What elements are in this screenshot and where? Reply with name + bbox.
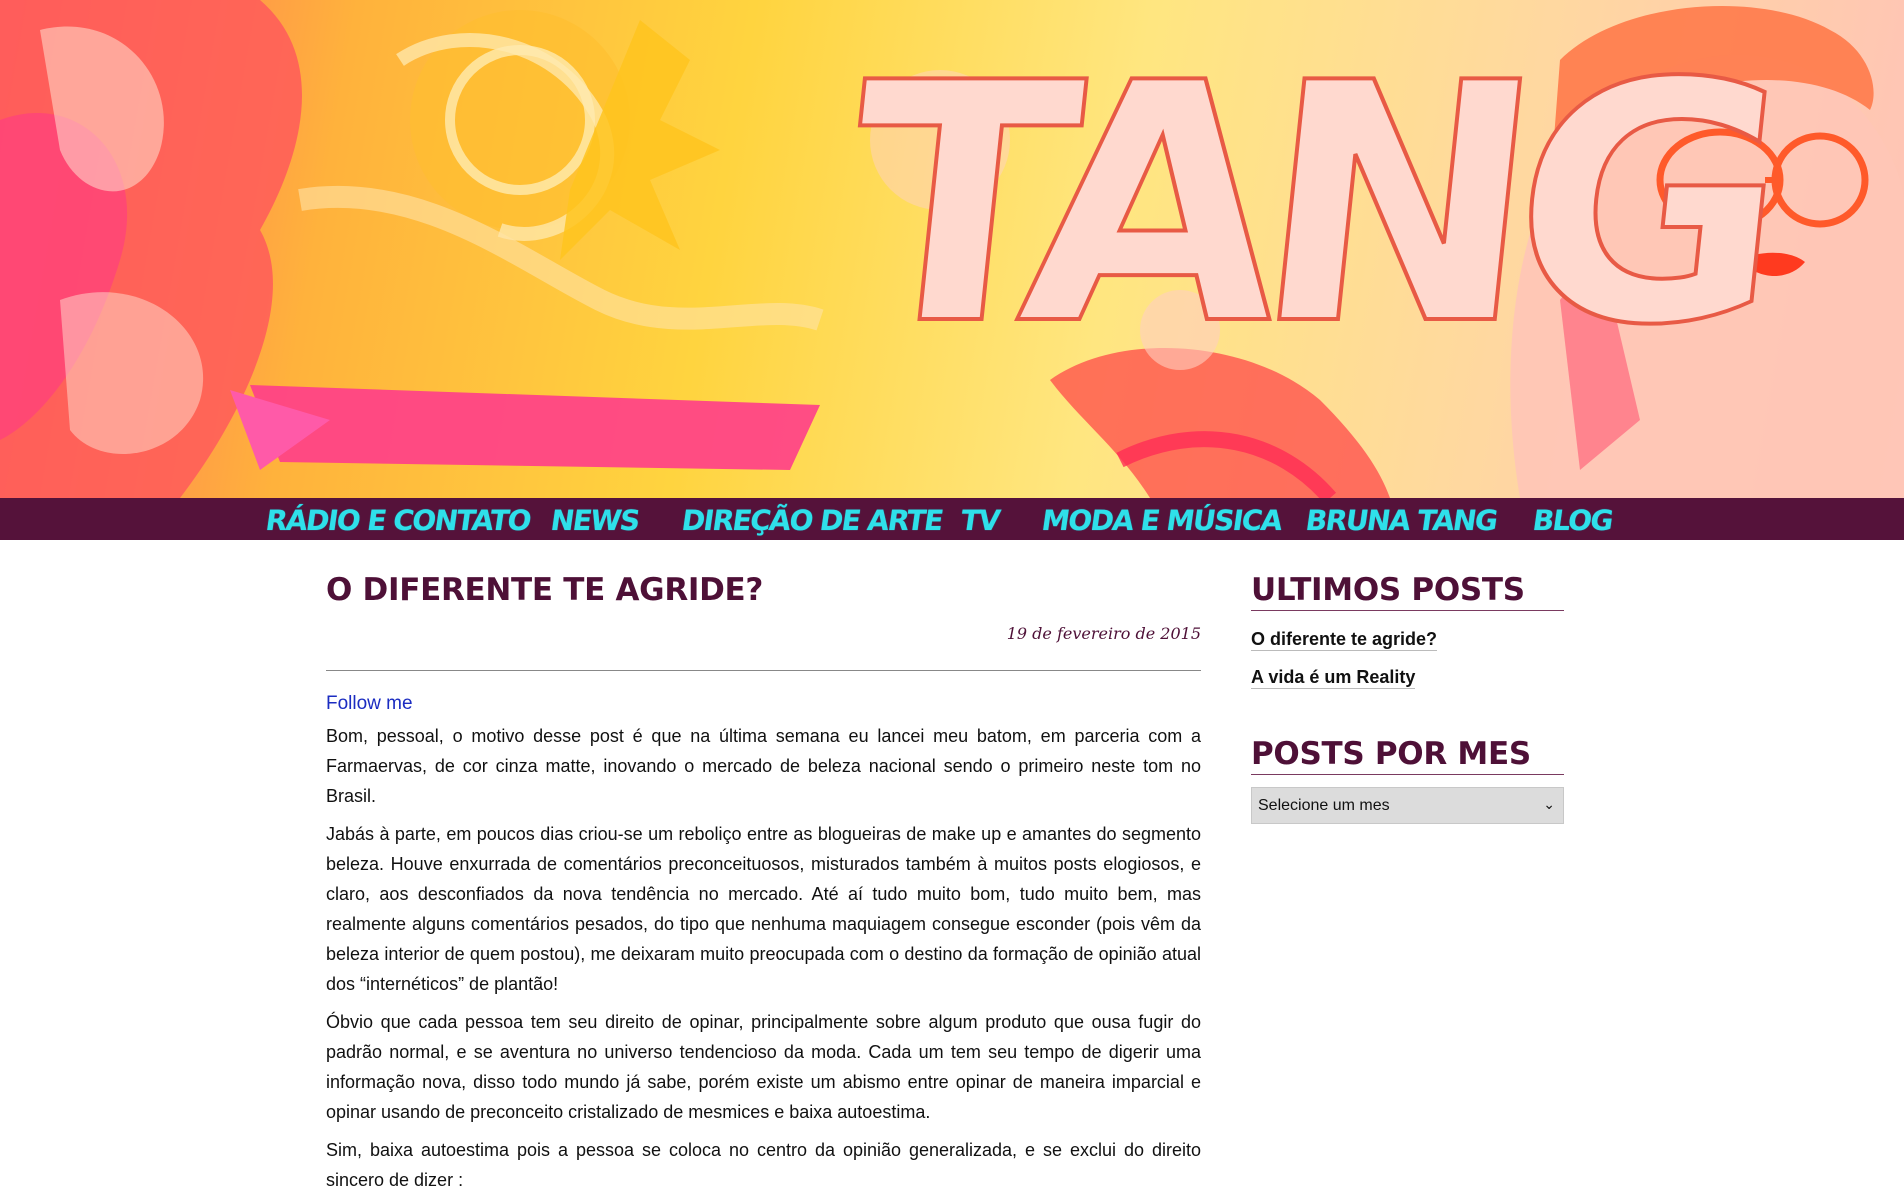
- main-nav: Rádio e Contato News Direção de Arte TV …: [0, 498, 1904, 540]
- logo-tang: TANG: [828, 11, 1786, 399]
- post-article: O DIFERENTE TE AGRIDE? 19 de fevereiro d…: [326, 572, 1201, 1203]
- recent-post-link[interactable]: A vida é um Reality: [1251, 667, 1416, 689]
- recent-posts-title: ULTIMOS POSTS: [1251, 572, 1564, 611]
- nav-item-bruna-tang[interactable]: Bruna Tang: [1304, 504, 1499, 537]
- post-paragraph: Jabás à parte, em poucos dias criou-se u…: [326, 824, 1201, 994]
- month-select-value: Selecione um mes: [1258, 797, 1390, 814]
- post-paragraph: Óbvio que cada pessoa tem seu direito de…: [326, 1012, 1201, 1122]
- list-item: O diferente te agride?: [1251, 629, 1564, 651]
- chevron-down-icon: ⌄: [1543, 796, 1555, 812]
- archive-widget: POSTS POR MES Selecione um mes ⌄: [1251, 736, 1564, 824]
- sidebar: ULTIMOS POSTS O diferente te agride? A v…: [1251, 572, 1564, 824]
- follow-me-link[interactable]: Follow me: [326, 693, 1201, 715]
- post-title[interactable]: O DIFERENTE TE AGRIDE?: [326, 572, 1201, 608]
- nav-item-moda-musica[interactable]: Moda e Música: [1040, 504, 1284, 537]
- post-date: 19 de fevereiro de 2015: [1006, 624, 1201, 643]
- post-paragraph: Bom, pessoal, o motivo desse post é que …: [326, 726, 1201, 806]
- post-divider: [326, 670, 1201, 671]
- nav-item-radio-contato[interactable]: Rádio e Contato: [264, 504, 533, 537]
- nav-item-blog[interactable]: Blog: [1531, 504, 1615, 537]
- nav-item-news[interactable]: News: [549, 504, 641, 537]
- recent-posts-list: O diferente te agride? A vida é um Reali…: [1251, 629, 1564, 689]
- recent-post-link[interactable]: O diferente te agride?: [1251, 629, 1438, 651]
- header-banner: TANG: [0, 0, 1904, 498]
- nav-item-direcao-de-arte[interactable]: Direção de Arte: [680, 504, 945, 537]
- nav-item-tv[interactable]: TV: [959, 504, 1001, 537]
- list-item: A vida é um Reality: [1251, 667, 1564, 689]
- month-select[interactable]: Selecione um mes ⌄: [1251, 787, 1564, 824]
- archive-title: POSTS POR MES: [1251, 736, 1564, 775]
- post-paragraph: Sim, baixa autoestima pois a pessoa se c…: [326, 1140, 1201, 1190]
